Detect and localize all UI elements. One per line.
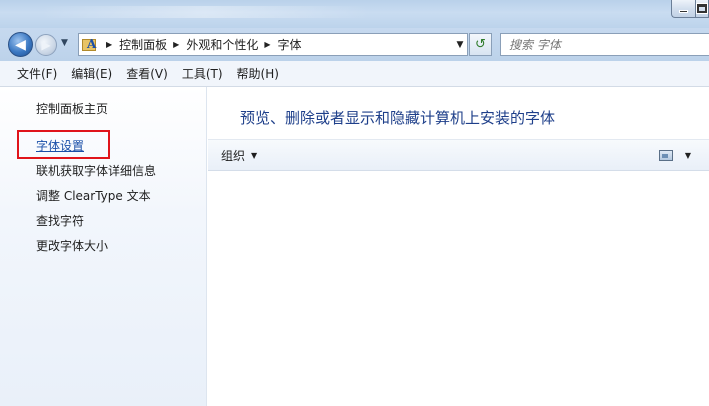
view-icon: [658, 149, 673, 161]
title-bar-glass: [40, 6, 370, 18]
organize-button[interactable]: 组织 ▼: [221, 147, 257, 164]
forward-button[interactable]: ▶: [35, 34, 57, 56]
breadcrumb-control-panel[interactable]: 控制面板: [119, 36, 167, 53]
title-bar: [0, 0, 709, 28]
navigation-bar: ◀ ▶ ▼ A ▶ 控制面板 ▶ 外观和个性化 ▶ 字体 ▼ ↺: [0, 28, 709, 61]
maximize-button[interactable]: [695, 0, 709, 18]
main-content: 预览、删除或者显示和隐藏计算机上安装的字体 组织 ▼ ▼: [208, 87, 709, 406]
address-bar[interactable]: A ▶ 控制面板 ▶ 外观和个性化 ▶ 字体 ▼: [78, 33, 468, 56]
search-box[interactable]: [500, 33, 709, 56]
chevron-down-icon[interactable]: ▼: [685, 151, 691, 160]
task-change-font-size[interactable]: 更改字体大小: [36, 237, 108, 254]
breadcrumb-appearance[interactable]: 外观和个性化: [186, 36, 258, 53]
minimize-icon: [679, 9, 688, 13]
task-find-character[interactable]: 查找字符: [36, 212, 84, 229]
menu-edit[interactable]: 编辑(E): [64, 65, 119, 82]
task-font-settings[interactable]: 字体设置: [36, 137, 84, 154]
page-title: 预览、删除或者显示和隐藏计算机上安装的字体: [240, 109, 556, 127]
change-view-button[interactable]: ▼: [658, 149, 691, 161]
breadcrumb-separator-icon[interactable]: ▶: [106, 40, 112, 49]
task-pane: 控制面板主页 字体设置 联机获取字体详细信息 调整 ClearType 文本 查…: [0, 87, 207, 406]
breadcrumb-fonts[interactable]: 字体: [278, 36, 302, 53]
control-panel-home-link[interactable]: 控制面板主页: [36, 100, 108, 117]
menu-file[interactable]: 文件(F): [10, 65, 64, 82]
back-arrow-icon: ◀: [15, 36, 26, 53]
task-get-font-info-online[interactable]: 联机获取字体详细信息: [36, 162, 156, 179]
search-input[interactable]: [509, 37, 679, 52]
maximize-icon: [696, 3, 708, 14]
menu-view[interactable]: 查看(V): [119, 65, 175, 82]
recent-pages-dropdown[interactable]: ▼: [61, 38, 68, 48]
back-button[interactable]: ◀: [8, 32, 33, 57]
task-adjust-cleartype[interactable]: 调整 ClearType 文本: [36, 187, 151, 204]
refresh-icon: ↺: [475, 37, 486, 52]
command-bar: 组织 ▼ ▼: [208, 139, 709, 171]
forward-arrow-icon: ▶: [41, 38, 51, 52]
font-letter-glyph: A: [87, 36, 97, 51]
menu-tools[interactable]: 工具(T): [175, 65, 230, 82]
organize-label: 组织: [221, 148, 246, 163]
menu-bar: 文件(F) 编辑(E) 查看(V) 工具(T) 帮助(H): [0, 61, 709, 87]
address-dropdown-icon[interactable]: ▼: [453, 40, 467, 50]
caption-buttons: [671, 0, 709, 18]
fonts-folder-icon: A: [82, 37, 100, 53]
refresh-button[interactable]: ↺: [469, 33, 492, 56]
menu-help[interactable]: 帮助(H): [230, 65, 286, 82]
breadcrumb-separator-icon[interactable]: ▶: [173, 40, 179, 49]
chevron-down-icon: ▼: [251, 150, 258, 160]
breadcrumb-separator-icon[interactable]: ▶: [264, 40, 270, 49]
minimize-button[interactable]: [671, 0, 695, 18]
